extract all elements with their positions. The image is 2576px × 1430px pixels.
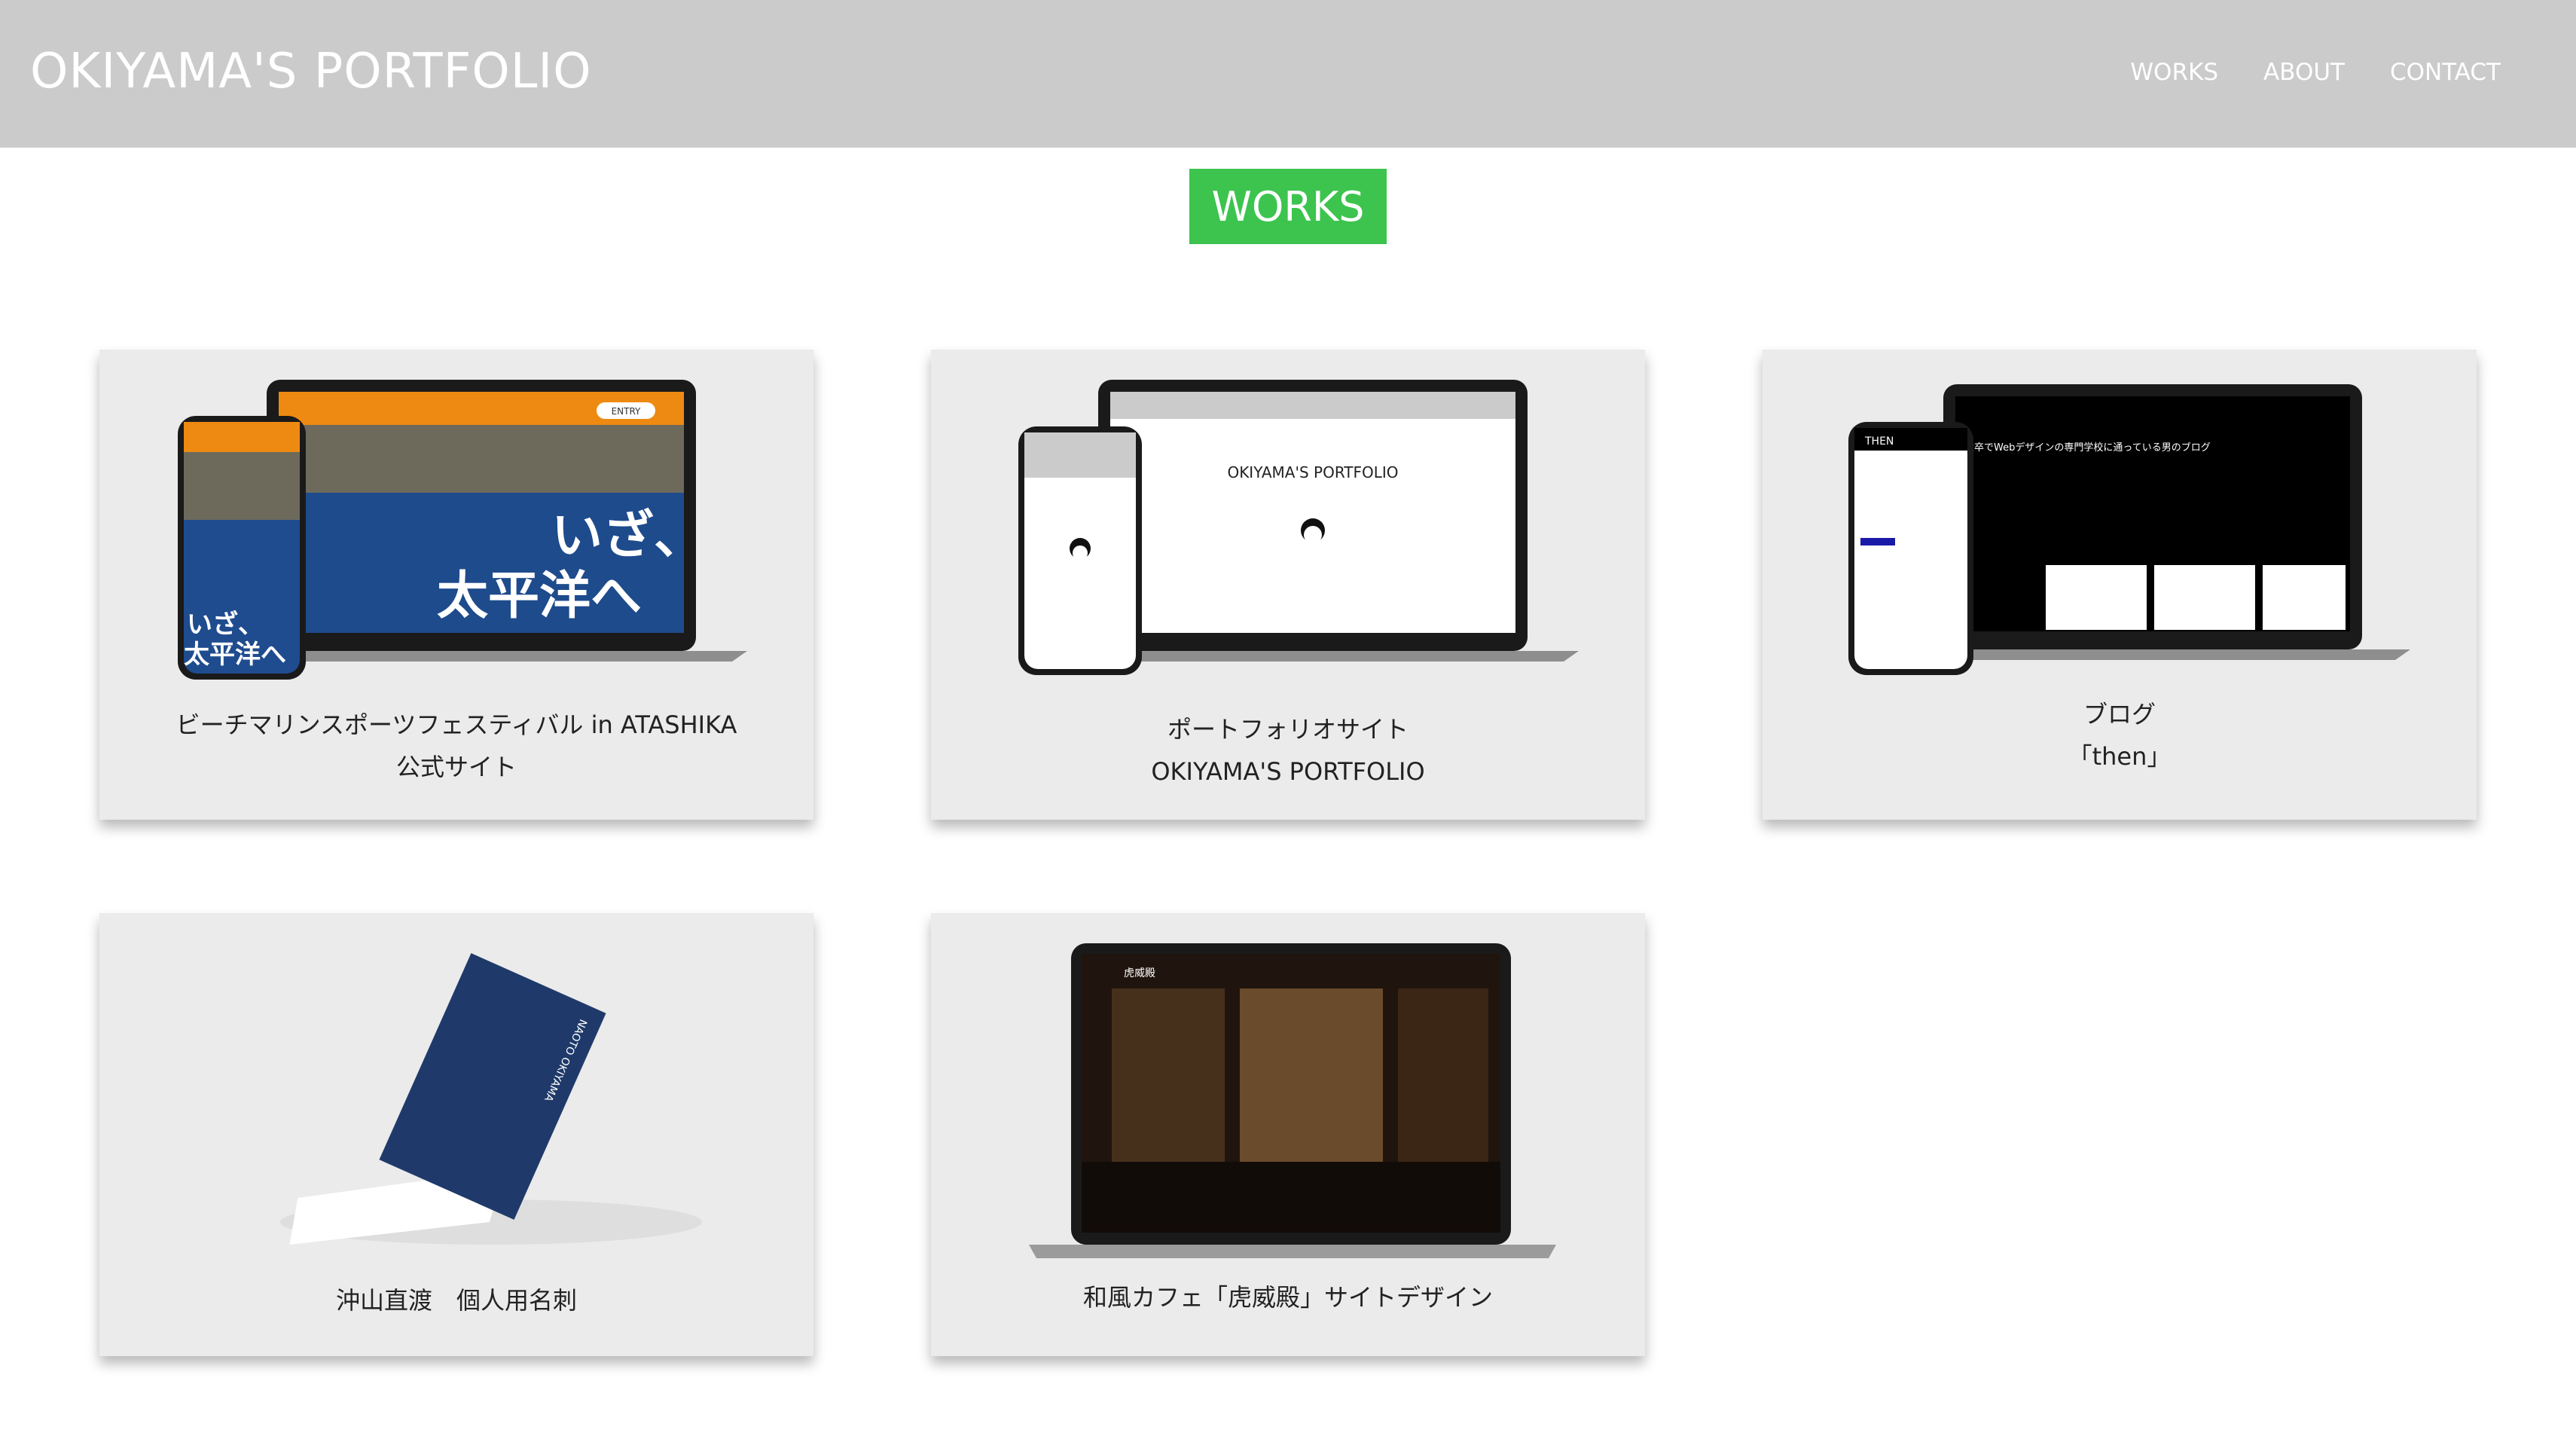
nav-contact[interactable]: CONTACT (2390, 59, 2501, 86)
work-caption-line2: 「then」 (2068, 742, 2172, 771)
nav-about[interactable]: ABOUT (2263, 59, 2345, 86)
work-caption-line1: ビーチマリンスポーツフェスティバル in ATASHIKA (175, 710, 737, 739)
svg-text:太平洋へ: 太平洋へ (184, 640, 286, 670)
work-card-beach-festival[interactable]: ENTRY いざ、 太平洋へ いざ、 太平洋へ ビーチマリンスポーツフェスティバ… (99, 350, 813, 820)
mock-blog-title: 大卒でWebデザインの専門学校に通っている男のブログ (1964, 442, 2211, 454)
work-card-business-card[interactable]: NAOTO OKIYAMA 沖山直渡 個人用名刺 (99, 913, 813, 1356)
mock-cafe-name: 虎威殿 (1124, 967, 1155, 979)
laptop-phone-mockup: OKIYAMA'S PORTFOLIO (1018, 380, 1579, 675)
site-title[interactable]: OKIYAMA'S PORTFOLIO (30, 44, 592, 99)
work-caption-line1: ポートフォリオサイト (1167, 715, 1409, 744)
laptop-mockup: 虎威殿 (1029, 943, 1556, 1258)
svg-text:いざ、: いざ、 (187, 610, 264, 640)
section-title-works: WORKS (1189, 169, 1387, 244)
svg-text:太平洋へ: 太平洋へ (437, 567, 642, 626)
mock-entry-text: ENTRY (612, 406, 641, 417)
work-caption-line1: 沖山直渡 個人用名刺 (335, 1286, 577, 1315)
svg-text:いざ、: いざ、 (551, 506, 705, 566)
mock-blog-logo: THEN (1864, 435, 1894, 448)
laptop-phone-mockup: 大卒でWebデザインの専門学校に通っている男のブログ THEN (1848, 384, 2410, 675)
work-card-cafe[interactable]: 虎威殿 和風カフェ「虎威殿」サイトデザイン (931, 913, 1645, 1356)
nav-works[interactable]: WORKS (2130, 59, 2218, 86)
work-card-portfolio[interactable]: OKIYAMA'S PORTFOLIO ポートフォリオサイト OKIYAMA'S… (931, 350, 1645, 820)
work-card-blog[interactable]: 大卒でWebデザインの専門学校に通っている男のブログ THEN ブログ 「the… (1763, 350, 2477, 820)
work-caption-line1: ブログ (2083, 700, 2156, 729)
work-caption-line2: 公式サイト (395, 753, 517, 781)
main-nav: WORKS ABOUT CONTACT (2130, 59, 2501, 86)
site-header: OKIYAMA'S PORTFOLIO WORKS ABOUT CONTACT (0, 0, 2576, 148)
laptop-phone-mockup: ENTRY いざ、 太平洋へ いざ、 太平洋へ (178, 380, 747, 680)
work-caption-line1: 和風カフェ「虎威殿」サイトデザイン (1082, 1283, 1493, 1312)
work-caption-line2: OKIYAMA'S PORTFOLIO (1151, 757, 1425, 786)
business-card-mockup: NAOTO OKIYAMA (280, 953, 702, 1245)
mock-portfolio-title: OKIYAMA'S PORTFOLIO (1227, 463, 1398, 481)
